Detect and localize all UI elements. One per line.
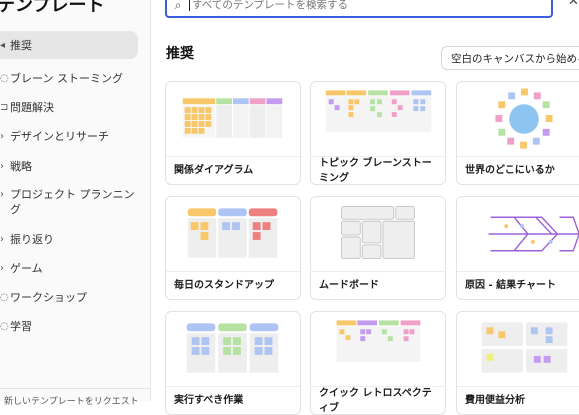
gamepad-icon: › bbox=[0, 262, 4, 274]
template-card-label: 原因 - 結果チャート bbox=[465, 280, 557, 291]
sidebar-item-retrospective[interactable]: › 振り返り bbox=[0, 225, 138, 253]
template-card-topic-brainstorming[interactable]: トピック ブレーンストーミング bbox=[310, 81, 446, 185]
template-card-mood-board[interactable]: ムードボード bbox=[310, 196, 446, 300]
template-card-label: トピック ブレーンストーミング bbox=[319, 157, 432, 184]
sidebar-item-problem-solving[interactable]: ⊐ 問題解決 bbox=[0, 93, 138, 121]
search-icon: ⌕ bbox=[174, 0, 182, 12]
template-card-jobs-to-be-done[interactable]: 実行すべき作業 bbox=[165, 311, 301, 415]
template-card-cost-benefit[interactable]: 費用便益分析 bbox=[456, 311, 579, 415]
sidebar-item-learning[interactable]: ◌ 学習 bbox=[0, 312, 138, 340]
panel-title: テンプレート bbox=[0, 0, 105, 16]
calendar-icon: › bbox=[0, 189, 4, 200]
pen-icon: › bbox=[0, 130, 4, 142]
sidebar-item-recommended[interactable]: ◂ 推奨 bbox=[0, 31, 138, 59]
search-input[interactable] bbox=[192, 0, 532, 11]
sidebar-item-design-research[interactable]: › デザインとリサーチ bbox=[0, 122, 138, 150]
template-thumbnail bbox=[336, 320, 421, 362]
target-icon: › bbox=[0, 160, 4, 172]
template-thumbnail bbox=[495, 88, 553, 149]
sidebar-item-brainstorming[interactable]: ◌ ブレーン ストーミング bbox=[0, 64, 138, 92]
search-box[interactable]: ⌕ bbox=[165, 0, 553, 18]
sidebar-item-workshop[interactable]: ◌ ワークショップ bbox=[0, 283, 138, 311]
people-icon: ◌ bbox=[0, 291, 9, 303]
sidebar-item-strategy[interactable]: › 戦略 bbox=[0, 152, 138, 180]
puzzle-icon: ⊐ bbox=[0, 101, 9, 113]
template-card-label: 関係ダイアグラム bbox=[174, 165, 254, 176]
template-thumbnail bbox=[186, 323, 279, 373]
template-thumbnail bbox=[187, 208, 278, 258]
template-card-cause-effect[interactable]: 原因 - 結果チャート bbox=[456, 196, 579, 300]
template-thumbnail bbox=[481, 322, 568, 373]
template-card-label: 世界のどこにいるか bbox=[465, 165, 555, 176]
template-thumbnail bbox=[341, 206, 415, 260]
sidebar-item-games[interactable]: › ゲーム bbox=[0, 254, 138, 282]
graduation-cap-icon: ◌ bbox=[0, 320, 9, 332]
template-card-where-in-world[interactable]: 世界のどこにいるか bbox=[456, 81, 579, 185]
template-thumbnail bbox=[488, 216, 579, 252]
sidebar-divider bbox=[0, 388, 150, 389]
template-card-label: ムードボード bbox=[319, 280, 379, 291]
template-card-label: 毎日のスタンドアップ bbox=[174, 280, 274, 291]
close-icon[interactable]: ✕ bbox=[568, 0, 579, 9]
template-thumbnail bbox=[182, 98, 283, 138]
template-thumbnail bbox=[325, 90, 432, 132]
sidebar: テンプレート ◂ 推奨 ◌ ブレーン ストーミング ⊐ 問題解決 › デザインと… bbox=[0, 0, 151, 407]
star-icon: ◂ bbox=[0, 39, 6, 51]
template-card-daily-standup[interactable]: 毎日のスタンドアップ bbox=[165, 196, 301, 300]
start-blank-canvas-button[interactable]: 空白のキャンバスから始める bbox=[441, 46, 579, 70]
template-card-quick-retrospective[interactable]: クイック レトロスペクティブ bbox=[310, 311, 446, 415]
sidebar-item-project-planning[interactable]: › プロジェクト プランニング bbox=[0, 185, 138, 223]
section-title: 推奨 bbox=[166, 46, 194, 62]
rewind-icon: › bbox=[0, 233, 4, 245]
template-card-relationship-diagram[interactable]: 関係ダイアグラム bbox=[165, 81, 301, 185]
lightbulb-icon: ◌ bbox=[0, 72, 9, 84]
text-caret bbox=[189, 0, 190, 11]
